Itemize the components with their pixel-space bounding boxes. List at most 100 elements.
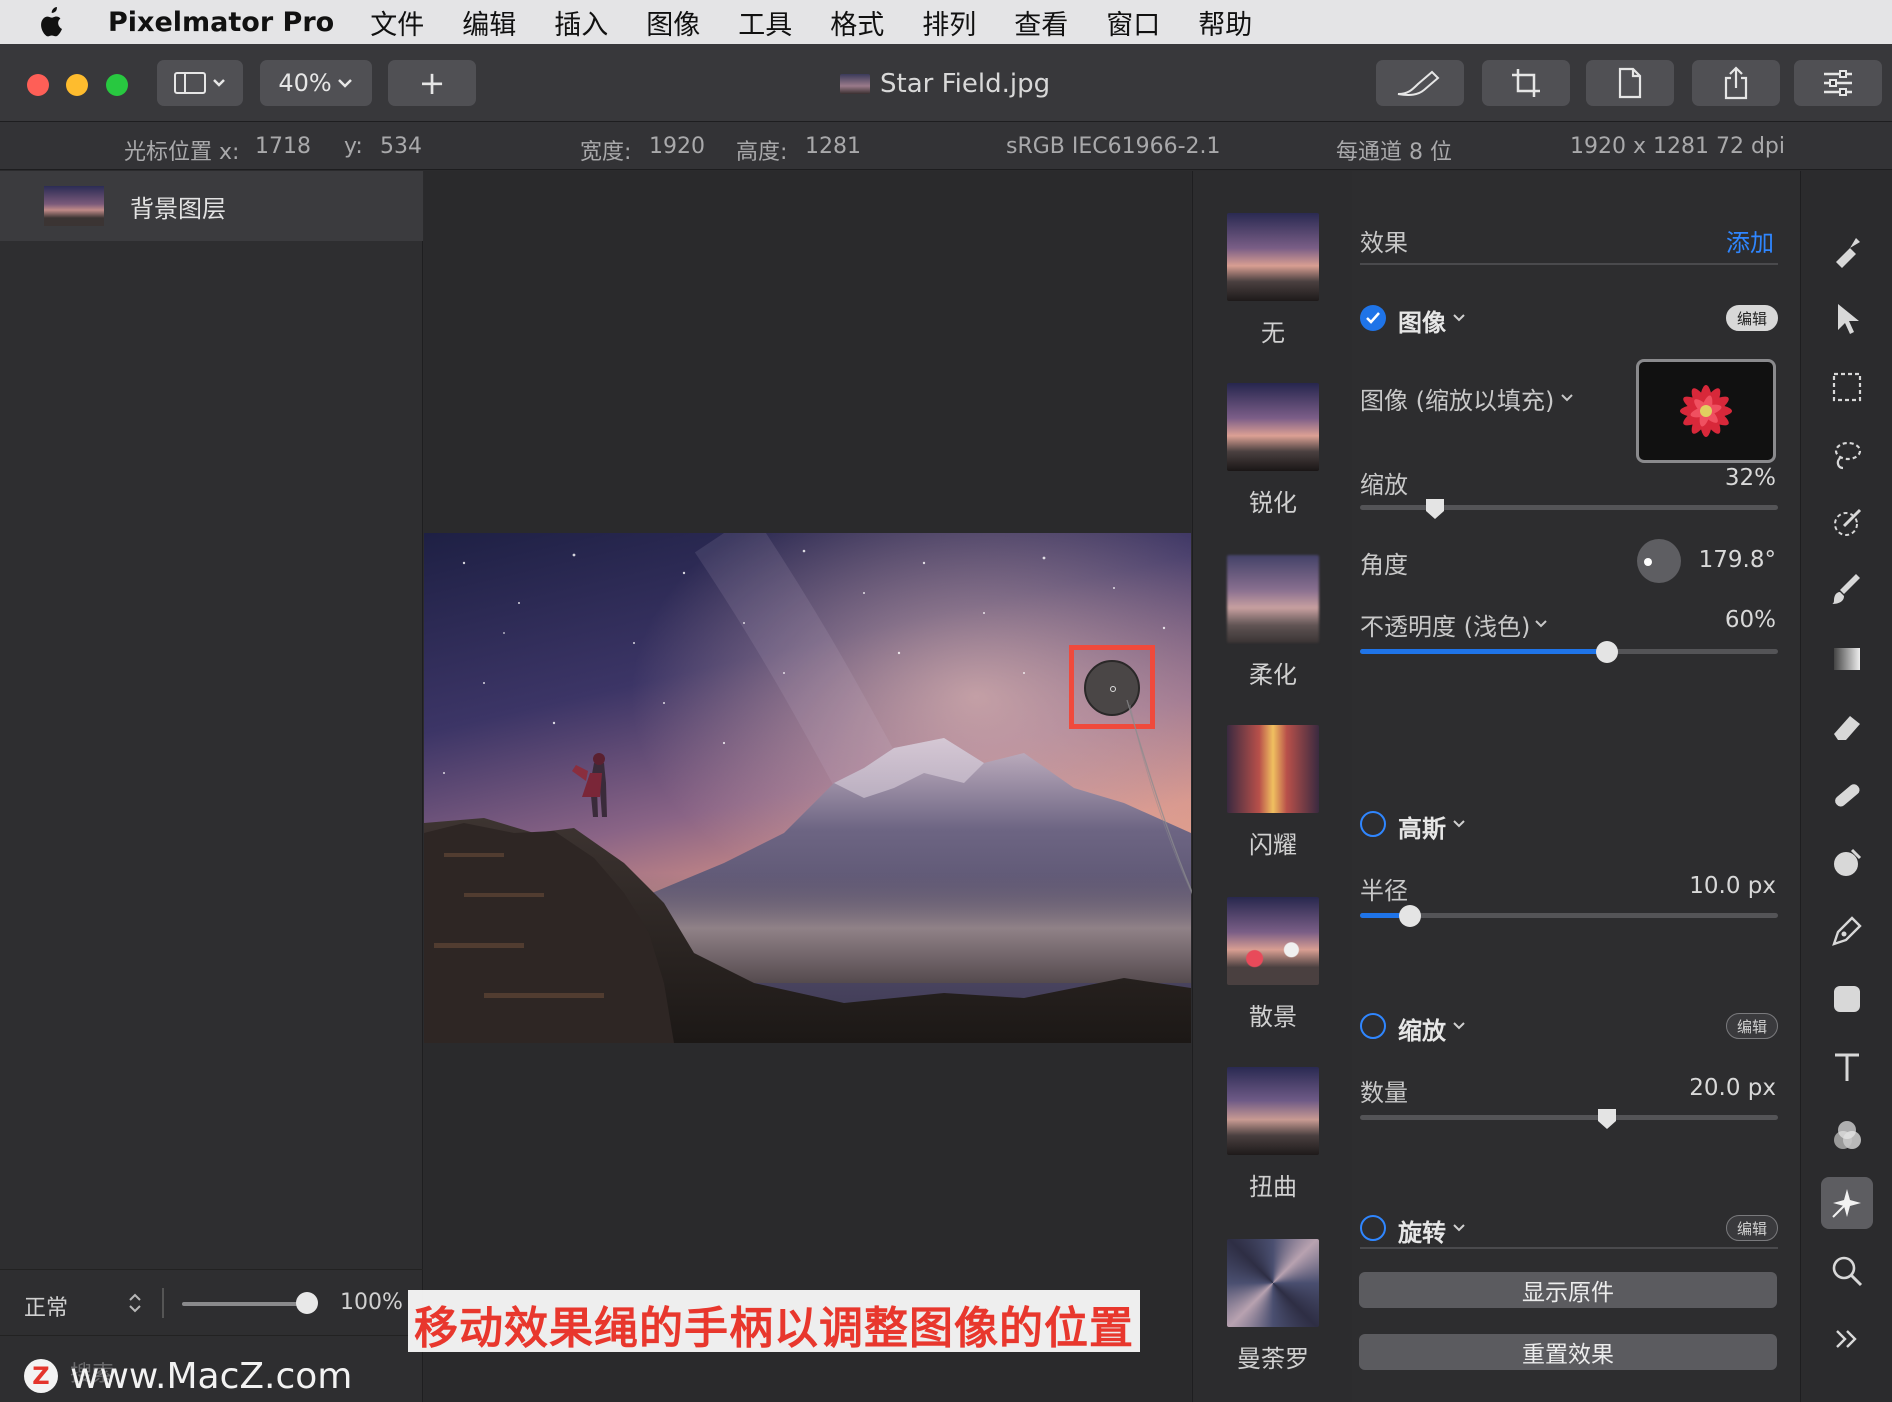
menu-image[interactable]: 图像 — [646, 3, 700, 42]
adjustments-button[interactable] — [1794, 60, 1882, 106]
tool-zoom[interactable] — [1821, 1245, 1873, 1297]
crop-icon — [1512, 69, 1540, 97]
add-button[interactable]: + — [388, 60, 476, 106]
zoom-level-dropdown[interactable]: 40% — [260, 60, 372, 106]
tool-shape[interactable] — [1821, 973, 1873, 1025]
tool-erase[interactable] — [1821, 701, 1873, 753]
tool-style[interactable] — [1821, 225, 1873, 277]
canvas-image[interactable] — [424, 533, 1191, 1043]
effect-preset-glow[interactable]: 闪耀 — [1193, 725, 1353, 860]
chevron-down-icon — [337, 79, 352, 88]
menu-view[interactable]: 查看 — [1014, 3, 1068, 42]
tool-repair[interactable] — [1821, 769, 1873, 821]
menu-app-name[interactable]: Pixelmator Pro — [108, 7, 334, 38]
tool-gradient[interactable] — [1821, 633, 1873, 685]
effect-preset-mandala[interactable]: 曼荼罗 — [1193, 1239, 1353, 1374]
effect-preset-bokeh[interactable]: 散景 — [1193, 897, 1353, 1032]
canvas-area[interactable] — [424, 171, 1191, 1402]
radius-slider[interactable] — [1360, 913, 1778, 918]
image-effect-name[interactable]: 图像 — [1398, 303, 1446, 338]
angle-dial[interactable] — [1637, 539, 1681, 583]
rotate-effect-edit-button[interactable]: 编辑 — [1726, 1215, 1779, 1241]
menu-tools[interactable]: 工具 — [738, 3, 792, 42]
menu-help[interactable]: 帮助 — [1198, 3, 1252, 42]
layer-opacity-knob[interactable] — [296, 1292, 318, 1314]
opacity-slider-knob[interactable] — [1595, 641, 1618, 663]
amount-value: 20.0 px — [1689, 1075, 1776, 1101]
share-button[interactable] — [1692, 60, 1780, 106]
tool-magic-wand[interactable] — [1821, 497, 1873, 549]
menu-format[interactable]: 格式 — [830, 3, 884, 42]
reset-effects-button[interactable]: 重置效果 — [1359, 1334, 1777, 1370]
menu-arrange[interactable]: 排列 — [922, 3, 976, 42]
menu-edit[interactable]: 编辑 — [462, 3, 516, 42]
close-window-button[interactable] — [27, 74, 49, 96]
rotate-effect-name[interactable]: 旋转 — [1398, 1213, 1446, 1248]
menu-window[interactable]: 窗口 — [1106, 3, 1160, 42]
image-source-select[interactable]: 图像 (缩放以填充) — [1360, 381, 1554, 416]
amount-slider-knob[interactable] — [1596, 1107, 1618, 1131]
effect-preset-none[interactable]: 无 — [1193, 213, 1353, 348]
bandage-icon — [1835, 784, 1860, 807]
gaussian-effect-name[interactable]: 高斯 — [1398, 809, 1446, 844]
effect-preset-sharpen[interactable]: 锐化 — [1193, 383, 1353, 518]
text-icon — [1835, 1053, 1859, 1081]
apple-logo-icon[interactable] — [38, 7, 78, 37]
zoom-window-button[interactable] — [106, 74, 128, 96]
chevron-down-icon — [1453, 1224, 1465, 1232]
bit-depth: 每通道 8 位 — [1336, 140, 1452, 165]
layer-name: 背景图层 — [130, 194, 226, 223]
scale-slider-knob[interactable] — [1424, 497, 1446, 521]
effect-rope-handle[interactable] — [1084, 660, 1140, 716]
style-tool-button[interactable] — [1376, 60, 1464, 106]
share-icon — [1724, 66, 1748, 100]
crop-button[interactable] — [1482, 60, 1570, 106]
tool-rectangular-select[interactable] — [1821, 361, 1873, 413]
watermark-logo: Z — [24, 1359, 58, 1393]
effect-preset-soften[interactable]: 柔化 — [1193, 555, 1353, 690]
rotate-effect-toggle[interactable] — [1360, 1215, 1386, 1241]
tool-effects[interactable] — [1821, 1177, 1873, 1229]
checkmark-icon — [1366, 312, 1380, 324]
sidebar-toggle-button[interactable] — [157, 60, 243, 106]
zoom-effect-edit-button[interactable]: 编辑 — [1726, 1013, 1779, 1039]
layer-row-background[interactable]: 背景图层 — [0, 171, 423, 241]
tool-pen[interactable] — [1821, 905, 1873, 957]
more-tools-button[interactable] — [1821, 1313, 1873, 1365]
tool-lasso[interactable] — [1821, 429, 1873, 481]
up-down-chevron-icon[interactable] — [128, 1292, 142, 1314]
image-effect-enabled-checkbox[interactable] — [1360, 305, 1386, 331]
effect-preset-distort[interactable]: 扭曲 — [1193, 1067, 1353, 1202]
menu-file[interactable]: 文件 — [370, 3, 424, 42]
gaussian-effect-toggle[interactable] — [1360, 811, 1386, 837]
width-label: 宽度: — [580, 140, 632, 165]
image-effect-edit-button[interactable]: 编辑 — [1726, 305, 1779, 331]
tool-clone[interactable] — [1821, 837, 1873, 889]
effect-label: 散景 — [1249, 1003, 1297, 1031]
add-effect-button[interactable]: 添加 — [1726, 223, 1774, 258]
amount-slider[interactable] — [1360, 1115, 1778, 1120]
sidebar-icon — [174, 72, 225, 94]
export-document-button[interactable] — [1586, 60, 1674, 106]
menu-insert[interactable]: 插入 — [554, 3, 608, 42]
sparkle-effects-icon — [1832, 1189, 1861, 1218]
document-thumbnail — [840, 74, 870, 94]
tool-paint[interactable] — [1821, 565, 1873, 617]
height-value: 1281 — [805, 134, 861, 159]
minimize-window-button[interactable] — [66, 74, 88, 96]
zoom-effect-name[interactable]: 缩放 — [1398, 1011, 1446, 1046]
cursor-x-value: 1718 — [255, 134, 311, 159]
zoom-level-value: 40% — [278, 69, 332, 97]
zoom-effect-toggle[interactable] — [1360, 1013, 1386, 1039]
angle-dial-marker — [1644, 558, 1652, 566]
image-source-well[interactable] — [1636, 359, 1776, 463]
tool-arrange[interactable] — [1821, 293, 1873, 345]
opacity-mode-select[interactable]: 不透明度 (浅色) — [1360, 607, 1530, 642]
scale-slider[interactable] — [1360, 505, 1778, 510]
layer-opacity-slider[interactable] — [182, 1302, 312, 1306]
radius-slider-knob[interactable] — [1399, 905, 1422, 927]
blend-mode-select[interactable]: 正常 — [24, 1290, 68, 1322]
show-original-button[interactable]: 显示原件 — [1359, 1272, 1777, 1308]
tool-color-adjust[interactable] — [1821, 1109, 1873, 1161]
tool-type[interactable] — [1821, 1041, 1873, 1093]
